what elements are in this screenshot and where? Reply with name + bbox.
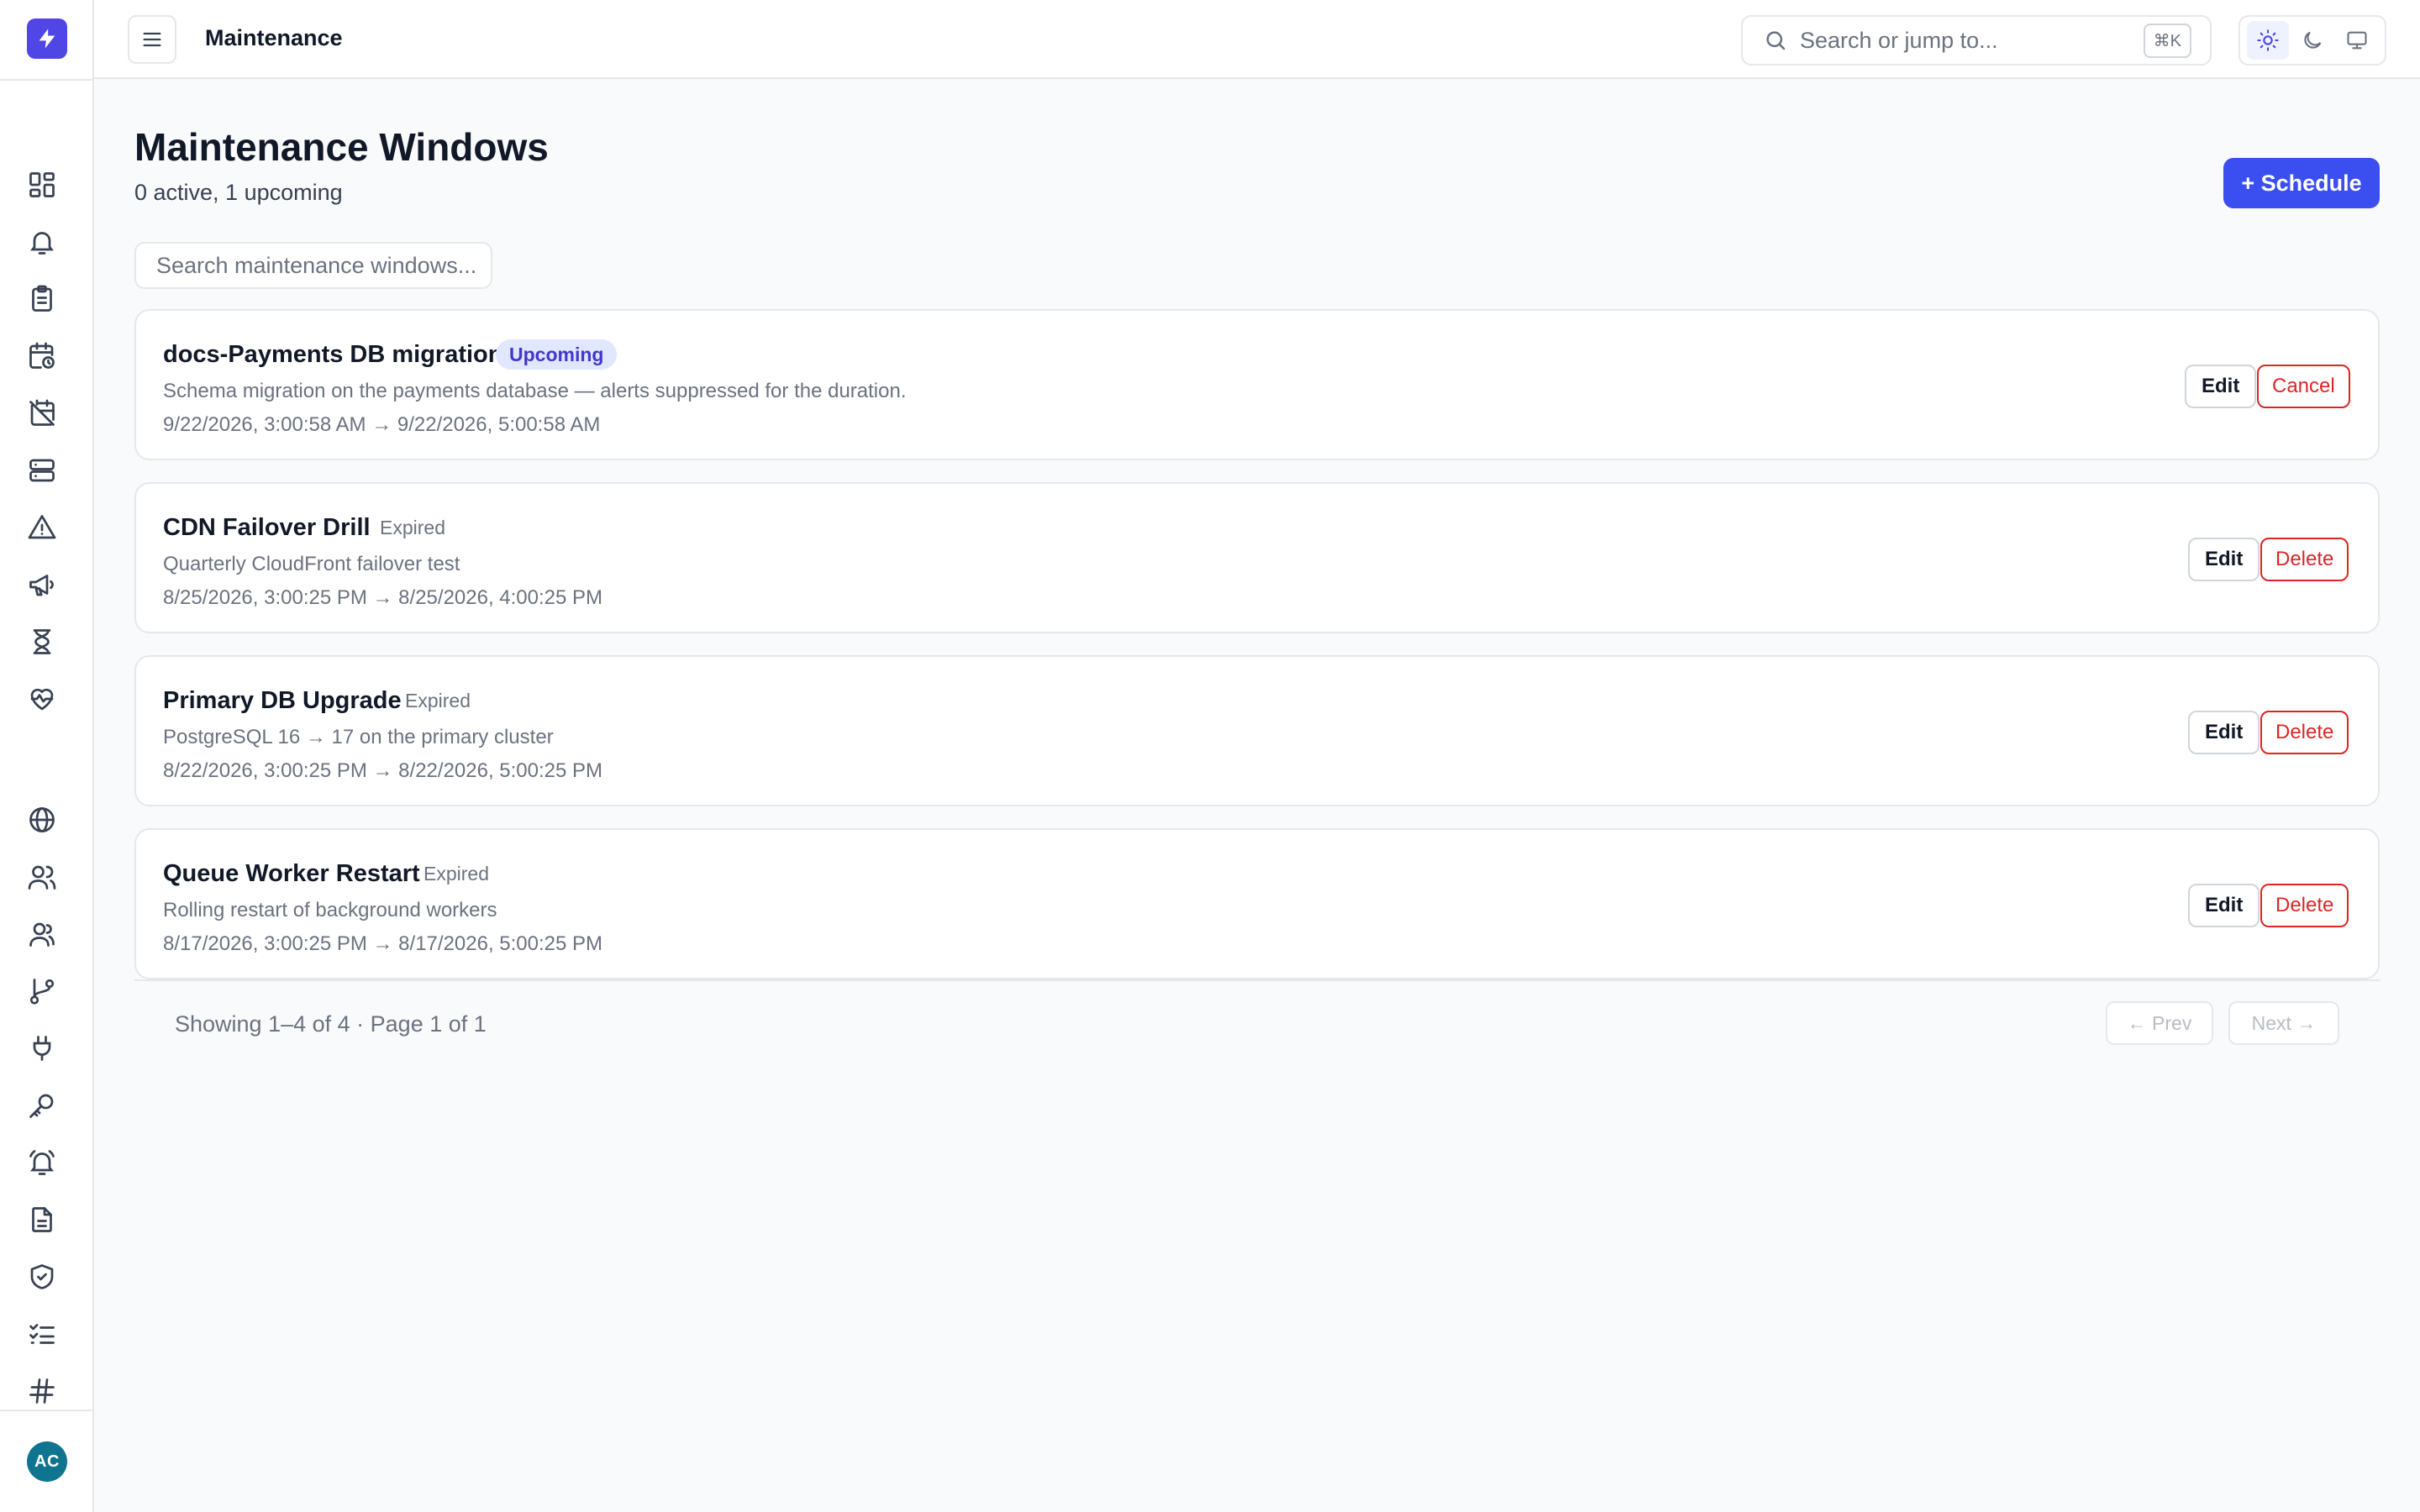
theme-switcher: [2238, 15, 2386, 66]
sidebar-item-channels[interactable]: [22, 1371, 62, 1411]
sidebar-item-alerts[interactable]: [22, 222, 62, 262]
plug-icon: [33, 1036, 51, 1061]
window-description: PostgreSQL 16 → 17 on the primary cluste…: [163, 726, 554, 748]
delete-button[interactable]: Delete: [2260, 538, 2349, 581]
dashboard-icon: [29, 172, 55, 197]
sidebar-item-timers[interactable]: [22, 622, 62, 662]
hourglass-icon: [33, 629, 51, 654]
sidebar-item-incidents[interactable]: [22, 507, 62, 548]
users-icon: [28, 865, 56, 890]
maintenance-card: CDN Failover Drill Expired Quarterly Clo…: [134, 482, 2380, 633]
app-logo[interactable]: [27, 18, 67, 59]
search-shortcut: ⌘K: [2143, 23, 2191, 58]
maintenance-card: docs-Payments DB migration Upcoming Sche…: [134, 309, 2380, 460]
calendar-clock-icon: [29, 342, 55, 369]
window-time-range: 8/22/2026, 3:00:25 PM → 8/22/2026, 5:00:…: [163, 759, 603, 782]
search-icon: [1766, 31, 1786, 50]
page-subtitle: 0 active, 1 upcoming: [134, 180, 343, 205]
schedule-button[interactable]: + Schedule: [2223, 158, 2380, 208]
window-time-range: 8/25/2026, 3:00:25 PM → 8/25/2026, 4:00:…: [163, 586, 603, 609]
team-icon: [29, 922, 55, 947]
next-page-button[interactable]: Next →: [2228, 1001, 2339, 1045]
edit-button[interactable]: Edit: [2188, 538, 2260, 581]
menu-toggle-button[interactable]: [128, 15, 176, 64]
theme-system-button[interactable]: [2336, 21, 2378, 60]
hamburger-icon: [143, 32, 161, 47]
maintenance-search-input[interactable]: [134, 242, 492, 289]
sidebar-item-security[interactable]: [22, 1257, 62, 1297]
prev-page-button[interactable]: ← Prev: [2106, 1001, 2213, 1045]
document-icon: [32, 1207, 52, 1232]
window-time-range: 9/22/2026, 3:00:58 AM → 9/22/2026, 5:00:…: [163, 413, 601, 436]
git-branch-icon: [29, 979, 55, 1005]
window-description: Rolling restart of background workers: [163, 899, 497, 921]
pagination-summary: Showing 1–4 of 4 · Page 1 of 1: [175, 1011, 487, 1037]
sidebar-item-announcements[interactable]: [22, 564, 62, 605]
delete-button[interactable]: Delete: [2260, 884, 2349, 927]
sidebar-item-checks[interactable]: [22, 1314, 62, 1354]
megaphone-icon: [29, 575, 54, 596]
avatar[interactable]: AC: [27, 1441, 67, 1482]
sidebar-item-api-keys[interactable]: [22, 1085, 62, 1126]
window-name: Queue Worker Restart: [163, 860, 420, 887]
page-title: Maintenance Windows: [134, 125, 549, 169]
sidebar-item-reports[interactable]: [22, 1200, 62, 1240]
pagination-divider: [134, 979, 2380, 981]
sidebar-divider: [0, 79, 94, 81]
sidebar-item-dashboard[interactable]: [22, 165, 62, 205]
window-description: Schema migration on the payments databas…: [163, 380, 907, 402]
window-time-range: 8/17/2026, 3:00:25 PM → 8/17/2026, 5:00:…: [163, 932, 603, 955]
key-icon: [29, 1094, 54, 1118]
status-badge: Expired: [380, 516, 445, 538]
status-badge: Upcoming: [496, 339, 618, 370]
sidebar-divider: [0, 1410, 94, 1411]
globe-icon: [29, 807, 55, 832]
window-name: CDN Failover Drill: [163, 514, 371, 541]
theme-dark-button[interactable]: [2291, 21, 2333, 60]
moon-icon: [2304, 31, 2322, 49]
heart-pulse-icon: [30, 688, 54, 711]
window-name: docs-Payments DB migration: [163, 341, 503, 368]
sidebar-item-schedules[interactable]: [22, 336, 62, 376]
window-name: Primary DB Upgrade: [163, 687, 402, 714]
sidebar-item-health[interactable]: [22, 679, 62, 719]
page-header-title: Maintenance: [205, 25, 343, 50]
top-bar: Maintenance Search or jump to... ⌘K: [94, 0, 2420, 79]
server-icon: [29, 459, 55, 482]
delete-button[interactable]: Delete: [2260, 711, 2349, 754]
shield-check-icon: [30, 1264, 54, 1289]
bell-ring-icon: [29, 1150, 55, 1175]
sun-icon: [2256, 29, 2279, 51]
sidebar-item-tasks[interactable]: [22, 279, 62, 319]
hash-icon: [29, 1378, 55, 1404]
theme-light-button[interactable]: [2246, 21, 2289, 60]
checklist-icon: [29, 1324, 55, 1344]
sidebar-item-regions[interactable]: [22, 800, 62, 840]
status-badge: Expired: [405, 689, 471, 711]
sidebar-item-workflows[interactable]: [22, 971, 62, 1011]
edit-button[interactable]: Edit: [2188, 711, 2260, 754]
edit-button[interactable]: Edit: [2185, 365, 2257, 408]
maintenance-card: Queue Worker Restart Expired Rolling res…: [134, 828, 2380, 979]
sidebar-item-servers[interactable]: [22, 450, 62, 491]
cancel-button[interactable]: Cancel: [2257, 365, 2350, 408]
sidebar-item-maintenance[interactable]: [22, 393, 62, 433]
search-placeholder: Search or jump to...: [1800, 27, 1998, 53]
global-search[interactable]: Search or jump to... ⌘K: [1741, 15, 2212, 66]
window-description: Quarterly CloudFront failover test: [163, 553, 460, 575]
sidebar-item-notifications[interactable]: [22, 1142, 62, 1183]
clipboard-icon: [32, 285, 52, 312]
edit-button[interactable]: Edit: [2188, 884, 2260, 927]
lightning-bolt-icon: [39, 29, 55, 49]
calendar-off-icon: [29, 399, 55, 426]
alert-triangle-icon: [28, 515, 56, 539]
sidebar-item-integrations[interactable]: [22, 1028, 62, 1068]
sidebar-item-users[interactable]: [22, 857, 62, 897]
bell-icon: [30, 232, 54, 255]
maintenance-card: Primary DB Upgrade Expired PostgreSQL 16…: [134, 655, 2380, 806]
sidebar: AC: [0, 0, 94, 1512]
status-badge: Expired: [424, 862, 489, 885]
monitor-icon: [2347, 31, 2367, 50]
sidebar-item-teams[interactable]: [22, 914, 62, 954]
